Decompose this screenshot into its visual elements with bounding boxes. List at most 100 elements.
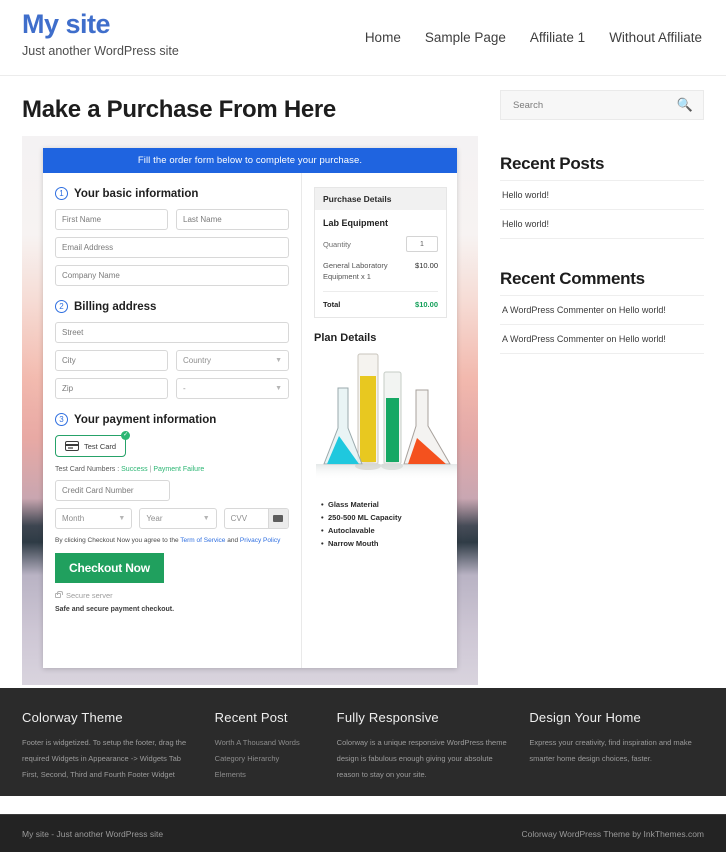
lab-glassware-image [316, 350, 445, 490]
line-item-amount: $10.00 [415, 261, 438, 282]
page-title: Make a Purchase From Here [22, 96, 478, 124]
site-branding: My site Just another WordPress site [22, 0, 179, 58]
cvv-card-icon [268, 509, 288, 528]
test-card-numbers-prefix: Test Card Numbers : [55, 466, 121, 473]
zip-input[interactable]: Zip [55, 378, 168, 399]
credit-card-number-input[interactable]: Credit Card Number [55, 480, 170, 501]
step-1-number: 1 [55, 187, 68, 200]
chevron-down-icon: ▼ [275, 385, 282, 392]
expiry-month-value: Month [62, 514, 84, 523]
footer-recent-post-list: Worth A Thousand Words Category Hierarch… [215, 735, 319, 782]
terms-note: By clicking Checkout Now you agree to th… [55, 537, 289, 544]
recent-posts-title: Recent Posts [500, 154, 704, 174]
nav-item-affiliate-1[interactable]: Affiliate 1 [530, 30, 585, 45]
list-item[interactable]: A WordPress Commenter on Hello world! [500, 324, 704, 354]
email-row: Email Address [55, 237, 289, 258]
chevron-down-icon: ▼ [275, 357, 282, 364]
email-input[interactable]: Email Address [55, 237, 289, 258]
expiry-cvv-row: Month ▼ Year ▼ CVV [55, 508, 289, 529]
nav-item-sample-page[interactable]: Sample Page [425, 30, 506, 45]
total-label: Total [323, 300, 340, 309]
expiry-year-select[interactable]: Year ▼ [139, 508, 216, 529]
secure-server-row: Secure server [55, 591, 289, 600]
city-input[interactable]: City [55, 350, 168, 371]
country-select[interactable]: Country ▼ [176, 350, 289, 371]
site-header: My site Just another WordPress site Home… [0, 0, 726, 76]
expiry-month-select[interactable]: Month ▼ [55, 508, 132, 529]
list-item[interactable]: Elements [215, 767, 319, 783]
primary-navigation: Home Sample Page Affiliate 1 Without Aff… [365, 0, 704, 45]
test-card-numbers-note: Test Card Numbers : Success | Payment Fa… [55, 466, 289, 473]
test-success-link[interactable]: Success [121, 466, 147, 473]
line-item-row: General Laboratory Equipment x 1 $10.00 [323, 261, 438, 292]
recent-post-link[interactable]: Hello world! [502, 219, 549, 229]
list-item[interactable]: Hello world! [500, 180, 704, 209]
list-item[interactable]: A WordPress Commenter on Hello world! [500, 295, 704, 324]
line-item-description: General Laboratory Equipment x 1 [323, 261, 409, 282]
recent-post-link[interactable]: Hello world! [502, 190, 549, 200]
footer-widget-1: Colorway Theme Footer is widgetized. To … [22, 710, 197, 782]
cvv-placeholder: CVV [225, 514, 268, 523]
credit-card-icon [65, 441, 79, 451]
company-input[interactable]: Company Name [55, 265, 289, 286]
page-wrapper: Make a Purchase From Here Fill the order… [0, 76, 726, 685]
feature-item: Narrow Mouth [328, 537, 447, 550]
total-amount: $10.00 [415, 300, 438, 309]
checkout-hero: Fill the order form below to complete yo… [22, 136, 478, 685]
copyright-right[interactable]: Colorway WordPress Theme by InkThemes.co… [522, 829, 705, 839]
footer-widget-3-title: Fully Responsive [337, 710, 512, 725]
cvv-input[interactable]: CVV [224, 508, 289, 529]
list-item[interactable]: Worth A Thousand Words [215, 735, 319, 751]
step-1-title: Your basic information [74, 188, 198, 200]
site-tagline: Just another WordPress site [22, 44, 179, 58]
city-country-row: City Country ▼ [55, 350, 289, 371]
order-form: 1 Your basic information First Name Last… [43, 173, 301, 668]
recent-posts-list: Hello world! Hello world! [500, 180, 704, 239]
footer-widget-4-text: Express your creativity, find inspiratio… [529, 735, 704, 767]
term-of-service-link[interactable]: Term of Service [180, 537, 225, 544]
footer-widget-2-title: Recent Post [215, 710, 319, 725]
step-3-header: 3 Your payment information [55, 413, 289, 426]
feature-item: 250-500 ML Capacity [328, 511, 447, 524]
chevron-down-icon: ▼ [203, 515, 210, 522]
search-input[interactable] [511, 99, 677, 112]
test-card-tab[interactable]: Test Card [55, 435, 126, 457]
list-item[interactable]: Category Hierarchy [215, 751, 319, 767]
quantity-row: Quantity 1 [323, 236, 438, 252]
street-input[interactable]: Street [55, 322, 289, 343]
copyright-bar: My site - Just another WordPress site Co… [0, 814, 726, 852]
nav-item-without-affiliate[interactable]: Without Affiliate [609, 30, 702, 45]
glassware-illustration [316, 350, 457, 490]
privacy-policy-link[interactable]: Privacy Policy [240, 537, 280, 544]
footer-widget-4-title: Design Your Home [529, 710, 704, 725]
site-footer: Colorway Theme Footer is widgetized. To … [0, 688, 726, 796]
state-select[interactable]: - ▼ [176, 378, 289, 399]
site-title[interactable]: My site [22, 10, 179, 40]
nav-item-home[interactable]: Home [365, 30, 401, 45]
step-2-header: 2 Billing address [55, 300, 289, 313]
secure-server-label: Secure server [66, 591, 113, 600]
footer-widget-2: Recent Post Worth A Thousand Words Categ… [215, 710, 319, 782]
search-icon[interactable]: 🔍 [677, 97, 693, 113]
footer-widget-3: Fully Responsive Colorway is a unique re… [337, 710, 512, 782]
sidebar: 🔍 Recent Posts Hello world! Hello world!… [500, 76, 704, 685]
recent-comment-link[interactable]: A WordPress Commenter on Hello world! [502, 305, 666, 315]
product-name: Lab Equipment [323, 218, 438, 228]
state-select-value: - [183, 384, 186, 393]
quantity-input[interactable]: 1 [406, 236, 438, 252]
test-failure-link[interactable]: Payment Failure [153, 466, 204, 473]
list-item[interactable]: Hello world! [500, 209, 704, 239]
checkout-card: Fill the order form below to complete yo… [43, 148, 457, 668]
search-widget: 🔍 [500, 90, 704, 120]
purchase-summary: Purchase Details Lab Equipment Quantity … [301, 173, 457, 668]
purchase-details-body: Lab Equipment Quantity 1 General Laborat… [315, 210, 446, 317]
check-circle-icon: ✓ [121, 431, 130, 440]
credit-card-row: Credit Card Number [55, 480, 289, 501]
last-name-input[interactable]: Last Name [176, 209, 289, 230]
recent-comment-link[interactable]: A WordPress Commenter on Hello world! [502, 334, 666, 344]
feature-item: Autoclavable [328, 524, 447, 537]
checkout-now-button[interactable]: Checkout Now [55, 553, 164, 583]
step-3-number: 3 [55, 413, 68, 426]
step-2-number: 2 [55, 300, 68, 313]
first-name-input[interactable]: First Name [55, 209, 168, 230]
